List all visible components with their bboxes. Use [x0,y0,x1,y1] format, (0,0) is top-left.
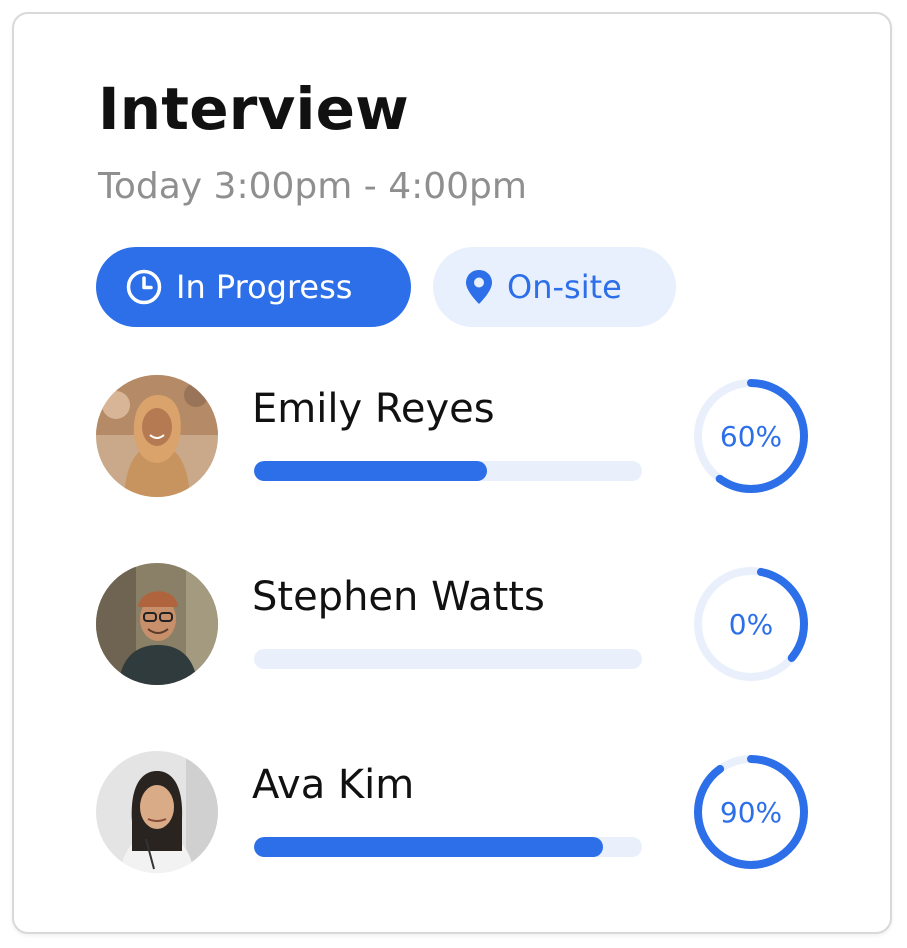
location-badge-label: On-site [507,268,622,306]
progress-percent: 60% [719,419,783,453]
progress-bar-fill [254,461,487,481]
avatar [96,563,218,685]
location-pin-icon [463,267,495,307]
clock-icon [124,267,164,307]
progress-bar [254,461,642,481]
candidate-name: Ava Kim [252,762,415,808]
progress-bar [254,837,642,857]
location-badge-on-site[interactable]: On-site [433,247,676,327]
candidate-name: Emily Reyes [252,386,495,432]
progress-percent: 0% [728,607,774,641]
candidate-row[interactable]: Ava Kim 90% [14,751,894,875]
avatar [96,375,218,497]
status-badge-in-progress[interactable]: In Progress [96,247,411,327]
candidate-row[interactable]: Stephen Watts 0% [14,563,894,687]
progress-ring: 0% [692,565,810,683]
progress-ring: 90% [692,753,810,871]
interview-card: Interview Today 3:00pm - 4:00pm In Progr… [12,12,892,934]
interview-time: Today 3:00pm - 4:00pm [98,166,527,207]
progress-percent: 90% [719,795,783,829]
progress-bar [254,649,642,669]
candidate-name: Stephen Watts [252,574,545,620]
interview-title: Interview [98,75,409,143]
progress-ring: 60% [692,377,810,495]
status-badge-label: In Progress [176,268,353,306]
progress-bar-fill [254,837,604,857]
avatar [96,751,218,873]
candidate-row[interactable]: Emily Reyes 60% [14,375,894,499]
